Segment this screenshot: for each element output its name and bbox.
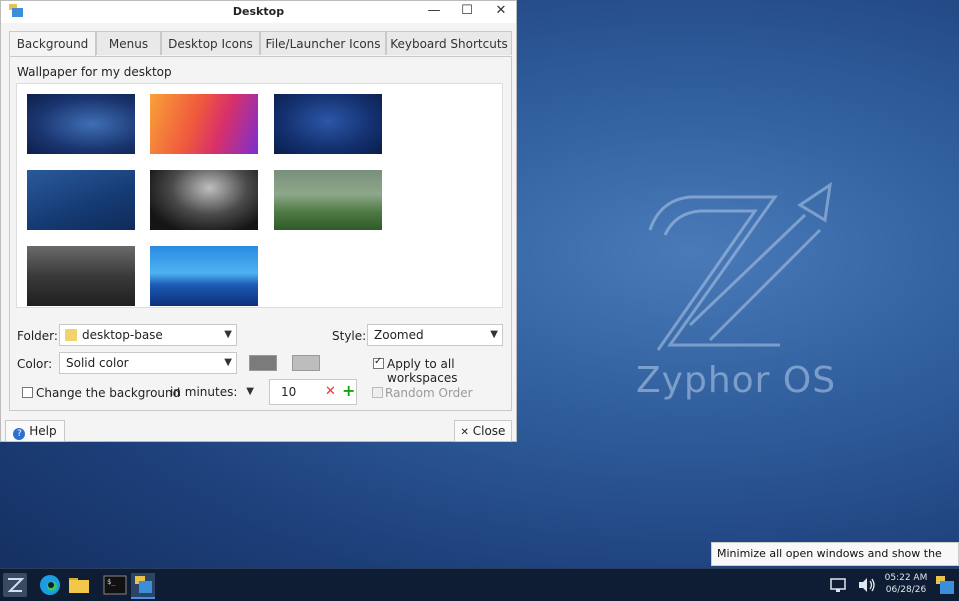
chevron-down-icon: ▼: [224, 357, 232, 368]
folder-icon: [69, 578, 89, 593]
zyphor-start-icon: [7, 578, 25, 592]
title-bar[interactable]: Desktop — ☐ ✕: [1, 1, 516, 23]
chevron-down-icon: ▼: [224, 329, 232, 340]
color-value: Solid color: [66, 356, 129, 370]
svg-text:$_: $_: [107, 578, 116, 586]
color-select[interactable]: Solid color ▼: [59, 352, 237, 374]
help-icon: ?: [13, 428, 26, 440]
desktop-logo-text: Zyphor OS: [636, 360, 837, 401]
clock-date: 06/28/26: [885, 585, 927, 595]
minutes-value: 10: [281, 385, 297, 399]
desktop-settings-task[interactable]: [131, 573, 155, 599]
change-background-checkbox[interactable]: [22, 387, 33, 398]
primary-color-swatch[interactable]: [249, 355, 277, 371]
show-desktop-button[interactable]: [933, 573, 957, 597]
wallpaper-thumbnail[interactable]: [27, 246, 135, 306]
color-label: Color:: [17, 357, 53, 371]
help-button[interactable]: ? Help: [5, 420, 65, 442]
wallpaper-label: Wallpaper for my desktop: [17, 65, 172, 79]
network-icon[interactable]: [826, 573, 850, 597]
tab-keyboard-shortcuts[interactable]: Keyboard Shortcuts: [386, 31, 512, 55]
desktop-settings-dialog: Desktop — ☐ ✕ Background Menus Desktop I…: [0, 0, 517, 442]
clock[interactable]: 05:22 AM 06/28/26: [880, 572, 932, 596]
wallpaper-thumbnail[interactable]: [150, 94, 258, 154]
tab-background[interactable]: Background: [9, 31, 96, 57]
clear-icon[interactable]: ✕: [325, 380, 336, 404]
apply-all-label: Apply to all workspaces: [387, 357, 458, 385]
close-button[interactable]: ✕ Close: [454, 420, 512, 442]
tab-desktop-icons[interactable]: Desktop Icons: [161, 31, 260, 55]
folder-icon: [65, 329, 77, 341]
file-manager-button[interactable]: [67, 573, 91, 597]
wallpaper-grid: [16, 83, 503, 308]
minimize-icon: —: [427, 3, 441, 18]
add-icon[interactable]: +: [342, 379, 355, 403]
style-label: Style:: [332, 329, 367, 343]
maximize-button[interactable]: ☐: [456, 3, 478, 19]
secondary-color-swatch[interactable]: [292, 355, 320, 371]
maximize-icon: ☐: [461, 3, 473, 18]
close-icon: ✕: [495, 3, 507, 18]
close-window-button[interactable]: ✕: [490, 3, 512, 19]
style-select[interactable]: Zoomed ▼: [367, 324, 503, 346]
change-background-label: Change the background: [36, 386, 181, 400]
random-order-label: Random Order: [385, 386, 473, 400]
show-desktop-tooltip: Minimize all open windows and show the d…: [711, 542, 959, 582]
help-label: Help: [29, 424, 57, 438]
wallpaper-thumbnail[interactable]: [27, 170, 135, 230]
apply-all-checkbox[interactable]: [373, 356, 384, 369]
interval-value: in minutes:: [170, 385, 238, 399]
edge-browser-button[interactable]: [38, 573, 62, 597]
wallpaper-thumbnail[interactable]: [274, 94, 382, 154]
wallpaper-thumbnail[interactable]: [20, 86, 144, 164]
clock-time: 05:22 AM: [884, 573, 928, 583]
interval-select[interactable]: in minutes: ▼: [163, 381, 259, 403]
start-menu-button[interactable]: [3, 573, 27, 597]
wallpaper-thumbnail[interactable]: [150, 170, 258, 230]
desktop-app-icon: [135, 576, 152, 593]
folder-select[interactable]: desktop-base ▼: [59, 324, 237, 346]
tab-file-launcher-icons[interactable]: File/Launcher Icons: [260, 31, 386, 55]
minimize-button[interactable]: —: [423, 3, 445, 19]
terminal-button[interactable]: $_: [103, 573, 127, 597]
show-desktop-icon: [936, 576, 954, 594]
close-label: Close: [472, 424, 506, 438]
tab-menus[interactable]: Menus: [96, 31, 161, 55]
network-glyph: [830, 578, 846, 592]
terminal-icon: $_: [103, 575, 127, 595]
random-order-checkbox[interactable]: [372, 387, 383, 398]
chevron-down-icon: ▼: [246, 386, 254, 397]
browser-icon: [40, 575, 60, 595]
style-value: Zoomed: [374, 328, 424, 342]
wallpaper-thumbnail[interactable]: [274, 170, 382, 230]
tab-bar: Background Menus Desktop Icons File/Laun…: [9, 31, 512, 57]
chevron-down-icon: ▼: [490, 329, 498, 340]
wallpaper-thumbnail[interactable]: [150, 246, 258, 306]
minutes-input[interactable]: 10 ✕ +: [269, 379, 357, 405]
volume-glyph: [859, 578, 875, 592]
close-icon: ✕: [460, 427, 469, 438]
folder-label: Folder:: [17, 329, 58, 343]
taskbar: $_ 05:22 AM 06/28/26: [0, 568, 959, 601]
volume-icon[interactable]: [855, 573, 879, 597]
folder-value: desktop-base: [82, 328, 163, 342]
